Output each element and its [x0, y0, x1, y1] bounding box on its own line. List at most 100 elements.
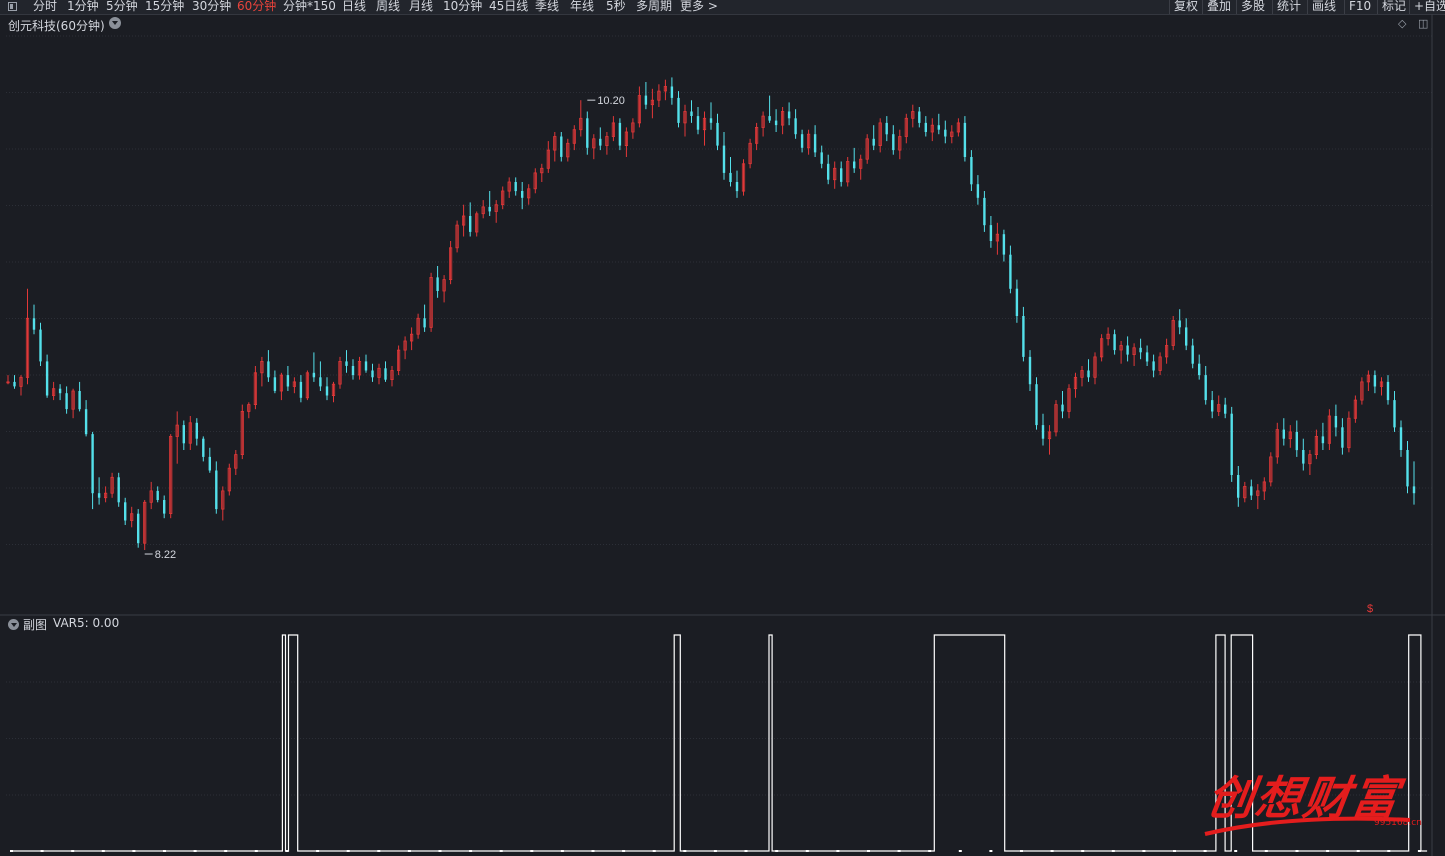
var5-point: [1142, 850, 1146, 852]
var5-point: [989, 850, 993, 852]
candle-body: [1087, 370, 1090, 378]
candle-body: [208, 456, 211, 471]
var5-point: [1264, 850, 1268, 852]
candle-body: [215, 470, 218, 510]
var5-point: [713, 850, 717, 852]
candle-body: [202, 438, 205, 457]
var5-point: [836, 850, 840, 852]
var5-point: [132, 850, 136, 852]
candle-body: [436, 277, 439, 291]
candle-body: [976, 184, 980, 198]
var5-point: [867, 850, 870, 852]
var5-point: [469, 850, 473, 852]
var5-point: [1081, 850, 1085, 852]
candle-body: [885, 122, 888, 135]
candle-body: [1399, 427, 1403, 450]
candle-body: [319, 377, 322, 387]
candle-body: [618, 122, 622, 146]
candle-body: [299, 381, 303, 398]
candle-body: [722, 145, 726, 173]
candle-body: [1139, 347, 1142, 353]
candle-body: [1178, 320, 1181, 328]
candle-body: [1022, 316, 1025, 357]
candle-body: [696, 116, 700, 130]
candle-body: [872, 138, 875, 146]
candle-body: [768, 116, 771, 121]
var5-point: [591, 850, 595, 852]
candle-body: [970, 157, 973, 185]
candle-body: [1002, 234, 1006, 255]
candle-body: [840, 168, 843, 182]
candle-body: [1113, 334, 1116, 351]
candle-body: [286, 375, 290, 387]
candle-body: [820, 152, 823, 164]
var5-point: [958, 850, 962, 852]
candle-body: [924, 122, 927, 132]
candle-body: [124, 502, 127, 521]
candle-body: [351, 366, 355, 376]
var5-point: [254, 850, 258, 852]
var5-point: [530, 850, 534, 852]
candle-body: [1126, 345, 1129, 355]
candle-body: [644, 95, 648, 105]
candle-body: [677, 97, 680, 123]
candle-body: [39, 329, 42, 362]
high-price-label: 10.20: [597, 95, 625, 107]
candle-body: [918, 111, 921, 123]
var5-point: [224, 850, 228, 852]
candle-body: [800, 134, 804, 148]
var5-point: [163, 850, 166, 852]
candle-body: [78, 391, 81, 410]
candle-body: [1211, 400, 1214, 412]
var5-point: [1234, 850, 1238, 852]
sub-chevron-icon[interactable]: [8, 619, 19, 630]
kline-chart: 10.20 8.22 $: [0, 14, 1445, 856]
candle-body: [963, 122, 967, 157]
candle-body: [729, 172, 732, 182]
var5-point: [775, 850, 779, 852]
candle-body: [163, 500, 166, 514]
var5-point: [1020, 850, 1023, 852]
candle-body: [325, 386, 329, 396]
candle-body: [709, 118, 713, 123]
candle-body: [364, 361, 368, 371]
var5-point: [1417, 850, 1421, 852]
var5-point: [1356, 850, 1360, 852]
candle-body: [97, 493, 101, 498]
var5-point: [346, 850, 350, 852]
candle-body: [892, 134, 895, 151]
var5-point: [377, 850, 381, 852]
candle-body: [787, 111, 791, 119]
var5-point: [407, 850, 411, 852]
var5-point: [1326, 850, 1330, 852]
candle-body: [273, 377, 277, 391]
candle-body: [469, 216, 472, 232]
var5-point: [438, 850, 442, 852]
candle-body: [1250, 486, 1253, 496]
candle-body: [1412, 486, 1416, 494]
candle-body: [774, 120, 778, 126]
var5-point: [71, 850, 75, 852]
var5-point: [285, 850, 289, 852]
candle-body: [1386, 381, 1390, 401]
var5-point: [1173, 850, 1176, 852]
var5-value: VAR5: 0.00: [53, 616, 120, 630]
candle-body: [827, 163, 830, 180]
candle-body: [1334, 416, 1338, 428]
candle-body: [586, 118, 589, 148]
var5-point: [40, 850, 44, 852]
candle-body: [488, 206, 491, 212]
candle-body: [117, 477, 120, 503]
candle-body: [1061, 404, 1064, 412]
candle-body: [1015, 288, 1019, 316]
candle-body: [690, 111, 693, 116]
candle-body: [65, 393, 68, 410]
candle-body: [1230, 413, 1233, 475]
var5-point: [10, 850, 13, 852]
candle-body: [91, 434, 94, 494]
candle-body: [1295, 431, 1298, 451]
candle-body: [84, 409, 88, 435]
var5-point: [683, 850, 687, 852]
candle-body: [384, 368, 387, 380]
candle-body: [1145, 352, 1149, 362]
